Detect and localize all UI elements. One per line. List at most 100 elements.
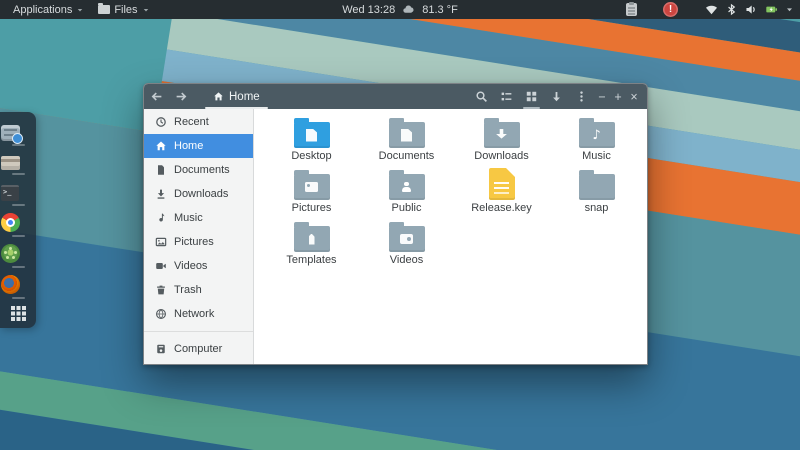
sidebar-separator: [144, 331, 253, 332]
file-item-release-key[interactable]: Release.key: [454, 167, 549, 219]
running-indicator: [12, 144, 25, 146]
emblem-page-icon: [306, 129, 317, 142]
file-label: Music: [582, 151, 611, 162]
folder-icon: [389, 219, 425, 252]
file-item-templates[interactable]: Templates: [264, 219, 359, 271]
weather-icon: [402, 3, 415, 16]
emblem-photo-icon: [305, 182, 318, 192]
list-view-button[interactable]: [494, 84, 519, 109]
music-icon: [155, 212, 167, 224]
emblem-video-icon: [400, 234, 413, 244]
sidebar-item-recent[interactable]: Recent: [144, 110, 253, 134]
chevron-down-icon: [142, 6, 150, 14]
sidebar-item-label: Home: [174, 140, 203, 152]
home-icon: [155, 140, 167, 152]
search-button[interactable]: [469, 84, 494, 109]
sidebar-item-downloads[interactable]: Downloads: [144, 182, 253, 206]
close-button[interactable]: ×: [626, 84, 642, 109]
folder-icon: [294, 219, 330, 252]
dock-item-terminal[interactable]: [0, 179, 36, 206]
sidebar-list: Recent Home Documents Downloads Music Picture…: [144, 109, 254, 365]
back-button[interactable]: [144, 84, 169, 109]
menu-button[interactable]: [569, 84, 594, 109]
sidebar-item-label: Documents: [174, 164, 230, 176]
sidebar-item-network[interactable]: Network: [144, 302, 253, 326]
sidebar-item-documents[interactable]: Documents: [144, 158, 253, 182]
file-item-videos[interactable]: Videos: [359, 219, 454, 271]
sidebar-item-swapnil-swapnil[interactable]: swapnil@swapnil…: [144, 361, 253, 365]
notification-badge[interactable]: !: [663, 2, 678, 17]
files-app-menu[interactable]: Files: [91, 0, 156, 19]
sidebar-item-music[interactable]: Music: [144, 206, 253, 230]
chrome-icon: [1, 213, 20, 232]
file-view: DesktopDocuments Downloads ♪ Music Pictures P…: [254, 109, 647, 365]
sidebar-item-label: Network: [174, 308, 214, 320]
files-icon: [1, 125, 20, 141]
maximize-button[interactable]: +: [610, 84, 626, 109]
computer-icon: [155, 343, 167, 355]
running-indicator: [12, 297, 25, 299]
sidebar-item-videos[interactable]: Videos: [144, 254, 253, 278]
file-item-pictures[interactable]: Pictures: [264, 167, 359, 219]
chevron-down-icon[interactable]: [785, 5, 794, 14]
operations-button[interactable]: [544, 84, 569, 109]
files-app-icon: [98, 5, 110, 14]
folder-icon: [484, 115, 520, 148]
folder-icon: [294, 115, 330, 148]
globe-icon: [155, 308, 167, 320]
dock-item-archive[interactable]: [0, 150, 36, 175]
grid-view-button[interactable]: [519, 84, 544, 109]
minimize-button[interactable]: −: [594, 84, 610, 109]
forward-button[interactable]: [169, 84, 194, 109]
sidebar-item-label: Recent: [174, 116, 209, 128]
running-indicator: [12, 266, 25, 268]
show-applications-button[interactable]: [11, 306, 26, 321]
battery-icon[interactable]: [765, 3, 778, 16]
emblem-person-icon: [401, 182, 413, 193]
wifi-icon[interactable]: [705, 3, 718, 16]
dock: [0, 112, 36, 328]
emblem-note-icon: ♪: [592, 129, 600, 142]
sidebar-item-computer[interactable]: Computer: [144, 337, 253, 361]
file-item-downloads[interactable]: Downloads: [454, 115, 549, 167]
file-label: Downloads: [474, 151, 528, 162]
bluetooth-icon[interactable]: [725, 3, 738, 16]
temperature: 81.3 °F: [422, 4, 458, 16]
dock-list: [0, 120, 36, 299]
running-indicator: [12, 204, 25, 206]
home-icon: [213, 91, 224, 102]
file-item-desktop[interactable]: Desktop: [264, 115, 359, 167]
trash-icon: [155, 284, 167, 296]
sidebar-item-label: Trash: [174, 284, 202, 296]
files-window: Home − + × Recent Home Documents Downloads M…: [143, 83, 648, 365]
sidebar-item-label: Pictures: [174, 236, 214, 248]
sidebar-item-pictures[interactable]: Pictures: [144, 230, 253, 254]
file-item-music[interactable]: ♪ Music: [549, 115, 644, 167]
location-tab[interactable]: Home: [201, 84, 272, 109]
location-label: Home: [229, 91, 260, 103]
top-bar: Applications Files Wed 13:28 81.3 °F !: [0, 0, 800, 19]
dock-item-chrome[interactable]: [0, 210, 36, 237]
desktop: Applications Files Wed 13:28 81.3 °F !: [0, 0, 800, 450]
volume-icon[interactable]: [745, 3, 758, 16]
software-icon: [1, 244, 20, 263]
download-icon: [155, 188, 167, 200]
sidebar-item-trash[interactable]: Trash: [144, 278, 253, 302]
sidebar-item-label: Music: [174, 212, 203, 224]
file-item-public[interactable]: Public: [359, 167, 454, 219]
sidebar-item-home[interactable]: Home: [144, 134, 253, 158]
applications-menu[interactable]: Applications: [6, 0, 91, 19]
file-label: Pictures: [292, 203, 332, 214]
clock[interactable]: Wed 13:28: [342, 4, 395, 16]
clipboard-icon[interactable]: [626, 3, 637, 16]
file-item-documents[interactable]: Documents: [359, 115, 454, 167]
dock-item-software[interactable]: [0, 241, 36, 268]
window-body: Recent Home Documents Downloads Music Picture…: [144, 109, 647, 365]
dock-item-firefox[interactable]: [0, 272, 36, 299]
firefox-icon: [1, 275, 20, 294]
chevron-down-icon: [76, 6, 84, 14]
topbar-center: Wed 13:28 81.3 °F: [342, 0, 458, 19]
file-item-snap[interactable]: snap: [549, 167, 644, 219]
dock-item-files[interactable]: [0, 120, 36, 146]
sidebar-item-label: Computer: [174, 343, 222, 355]
